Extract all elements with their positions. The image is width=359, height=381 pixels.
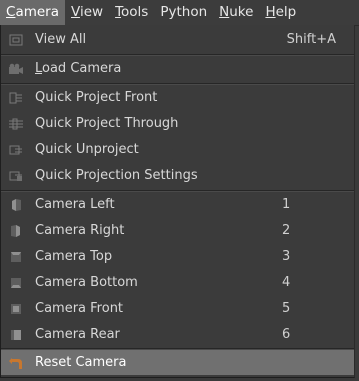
camera-front-label: Camera Front bbox=[35, 301, 124, 316]
quick-project-front-label: Quick Project Front bbox=[35, 90, 158, 105]
view-all-icon bbox=[8, 33, 24, 47]
load-camera-label: Load Camera bbox=[35, 61, 354, 76]
menu-item-load-camera[interactable]: Load Camera bbox=[1, 56, 354, 81]
camera-rear-shortcut: 6 bbox=[282, 327, 291, 342]
menu-help[interactable]: Help bbox=[259, 0, 302, 25]
unproject-icon bbox=[8, 143, 24, 157]
camera-bottom-shortcut: 4 bbox=[282, 275, 291, 290]
menu-help-accel: H bbox=[265, 4, 276, 20]
cube-right-icon bbox=[8, 224, 24, 238]
menu-camera-label: amera bbox=[15, 4, 59, 20]
cube-front-icon bbox=[8, 302, 24, 316]
menu-item-view-all[interactable]: View All Shift+A bbox=[1, 27, 354, 52]
quick-unproject-label: Quick Unproject bbox=[35, 142, 139, 157]
reset-arrow-icon bbox=[8, 356, 24, 370]
menu-python[interactable]: Python bbox=[154, 0, 213, 25]
menu-tools[interactable]: Tools bbox=[109, 0, 154, 25]
menu-item-quick-project-through[interactable]: Quick Project Through bbox=[1, 111, 354, 136]
menu-item-camera-bottom[interactable]: Camera Bottom 4 bbox=[1, 270, 354, 295]
load-camera-rest: oad Camera bbox=[42, 61, 122, 76]
cube-rear-icon bbox=[8, 328, 24, 342]
cube-bottom-icon bbox=[8, 276, 24, 290]
view-all-label: View All bbox=[35, 32, 87, 47]
menu-help-label: elp bbox=[275, 4, 297, 20]
menu-item-camera-left[interactable]: Camera Left 1 bbox=[1, 192, 354, 217]
menu-item-camera-front[interactable]: Camera Front 5 bbox=[1, 296, 354, 321]
menu-tools-label: ools bbox=[121, 4, 149, 20]
menu-item-camera-right[interactable]: Camera Right 2 bbox=[1, 218, 354, 243]
menu-python-label: ython bbox=[168, 4, 208, 20]
menu-view[interactable]: View bbox=[65, 0, 109, 25]
menu-item-quick-project-front[interactable]: Quick Project Front bbox=[1, 85, 354, 110]
cube-left-icon bbox=[8, 198, 24, 212]
quick-project-through-label: Quick Project Through bbox=[35, 116, 179, 131]
menu-nuke-accel: N bbox=[219, 4, 230, 20]
menu-view-accel: V bbox=[71, 4, 80, 20]
camera-icon bbox=[8, 62, 24, 76]
camera-front-shortcut: 5 bbox=[282, 301, 291, 316]
menu-camera[interactable]: Camera bbox=[0, 0, 65, 25]
menu-item-reset-camera[interactable]: Reset Camera bbox=[1, 350, 354, 375]
menu-nuke[interactable]: Nuke bbox=[213, 0, 259, 25]
menu-item-camera-rear[interactable]: Camera Rear 6 bbox=[1, 322, 354, 347]
camera-top-shortcut: 3 bbox=[282, 249, 291, 264]
camera-top-label: Camera Top bbox=[35, 249, 113, 264]
menu-item-quick-unproject[interactable]: Quick Unproject bbox=[1, 137, 354, 162]
camera-bottom-label: Camera Bottom bbox=[35, 275, 138, 290]
camera-rear-label: Camera Rear bbox=[35, 327, 120, 342]
project-front-icon bbox=[8, 91, 24, 105]
cube-top-icon bbox=[8, 250, 24, 264]
menu-view-label: iew bbox=[79, 4, 104, 20]
camera-left-label: Camera Left bbox=[35, 197, 115, 212]
view-all-shortcut: Shift+A bbox=[286, 32, 336, 47]
camera-right-shortcut: 2 bbox=[282, 223, 291, 238]
menu-bar: Camera View Tools Python Nuke Help bbox=[0, 0, 359, 26]
quick-projection-settings-label: Quick Projection Settings bbox=[35, 168, 198, 183]
camera-right-label: Camera Right bbox=[35, 223, 125, 238]
menu-item-quick-projection-settings[interactable]: Quick Projection Settings bbox=[1, 163, 354, 188]
camera-dropdown-menu: View All Shift+A Load Camera Quick Proje… bbox=[0, 25, 355, 378]
menu-nuke-label: uke bbox=[229, 4, 254, 20]
camera-left-shortcut: 1 bbox=[282, 197, 291, 212]
load-camera-accel: L bbox=[35, 61, 43, 76]
reset-camera-label: Reset Camera bbox=[35, 355, 127, 370]
menu-item-camera-top[interactable]: Camera Top 3 bbox=[1, 244, 354, 269]
project-through-icon bbox=[8, 117, 24, 131]
projection-settings-icon bbox=[8, 169, 24, 183]
